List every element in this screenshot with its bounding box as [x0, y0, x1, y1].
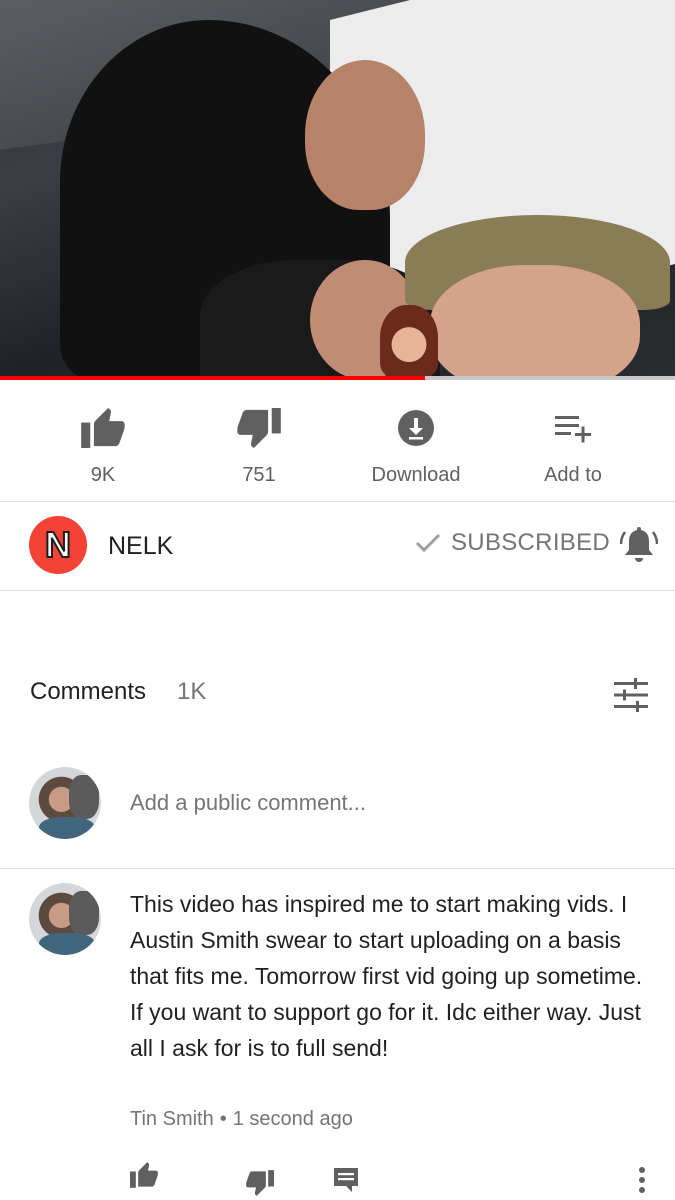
playlist-add-icon	[555, 416, 591, 443]
reply-icon[interactable]	[333, 1167, 359, 1193]
channel-name[interactable]: NELK	[108, 532, 173, 561]
sort-sliders-icon[interactable]	[612, 677, 650, 713]
dislike-count: 751	[242, 464, 276, 486]
comment-author[interactable]: Tin Smith	[130, 1108, 214, 1130]
comments-header: Comments	[30, 678, 147, 705]
comments-count: 1K	[177, 678, 207, 705]
user-avatar[interactable]	[29, 767, 101, 839]
thumb-up-icon	[81, 408, 125, 448]
video-frame-face	[305, 60, 425, 210]
comment-time: 1 second ago	[232, 1108, 353, 1130]
channel-avatar[interactable]: N	[29, 516, 87, 574]
comment-meta: Tin Smith • 1 second ago	[130, 1108, 353, 1131]
svg-text:N: N	[45, 526, 71, 564]
comment-dislike-icon[interactable]	[246, 1170, 274, 1196]
add-to-label: Add to	[544, 464, 602, 486]
video-player[interactable]	[0, 0, 675, 380]
comment-author-avatar[interactable]	[29, 883, 101, 955]
divider	[0, 868, 675, 869]
channel-row: N NELK SUBSCRIBED	[0, 503, 675, 591]
thumb-down-icon	[237, 408, 281, 448]
download-label: Download	[371, 464, 461, 486]
add-comment-input[interactable]: Add a public comment...	[130, 790, 366, 816]
add-to-button[interactable]: Add to	[503, 402, 643, 487]
video-actions: 9K 751 Download Add to	[0, 380, 675, 502]
bell-icon[interactable]	[620, 526, 658, 566]
meta-separator: •	[219, 1108, 227, 1130]
like-button[interactable]: 9K	[33, 402, 173, 487]
checkmark-icon	[415, 533, 441, 553]
more-options-icon[interactable]	[637, 1166, 647, 1194]
subscribed-button[interactable]: SUBSCRIBED	[415, 529, 610, 557]
comment-text: This video has inspired me to start maki…	[130, 891, 643, 1061]
download-icon	[398, 410, 434, 446]
dislike-button[interactable]: 751	[189, 402, 329, 487]
video-frame-boy	[430, 265, 640, 380]
subscribed-label: SUBSCRIBED	[451, 529, 611, 556]
download-button[interactable]: Download	[346, 402, 486, 487]
like-count: 9K	[90, 464, 116, 486]
comment-like-icon[interactable]	[130, 1162, 158, 1188]
nelk-logo-icon: N	[44, 526, 72, 564]
video-frame-sticker	[380, 305, 438, 377]
